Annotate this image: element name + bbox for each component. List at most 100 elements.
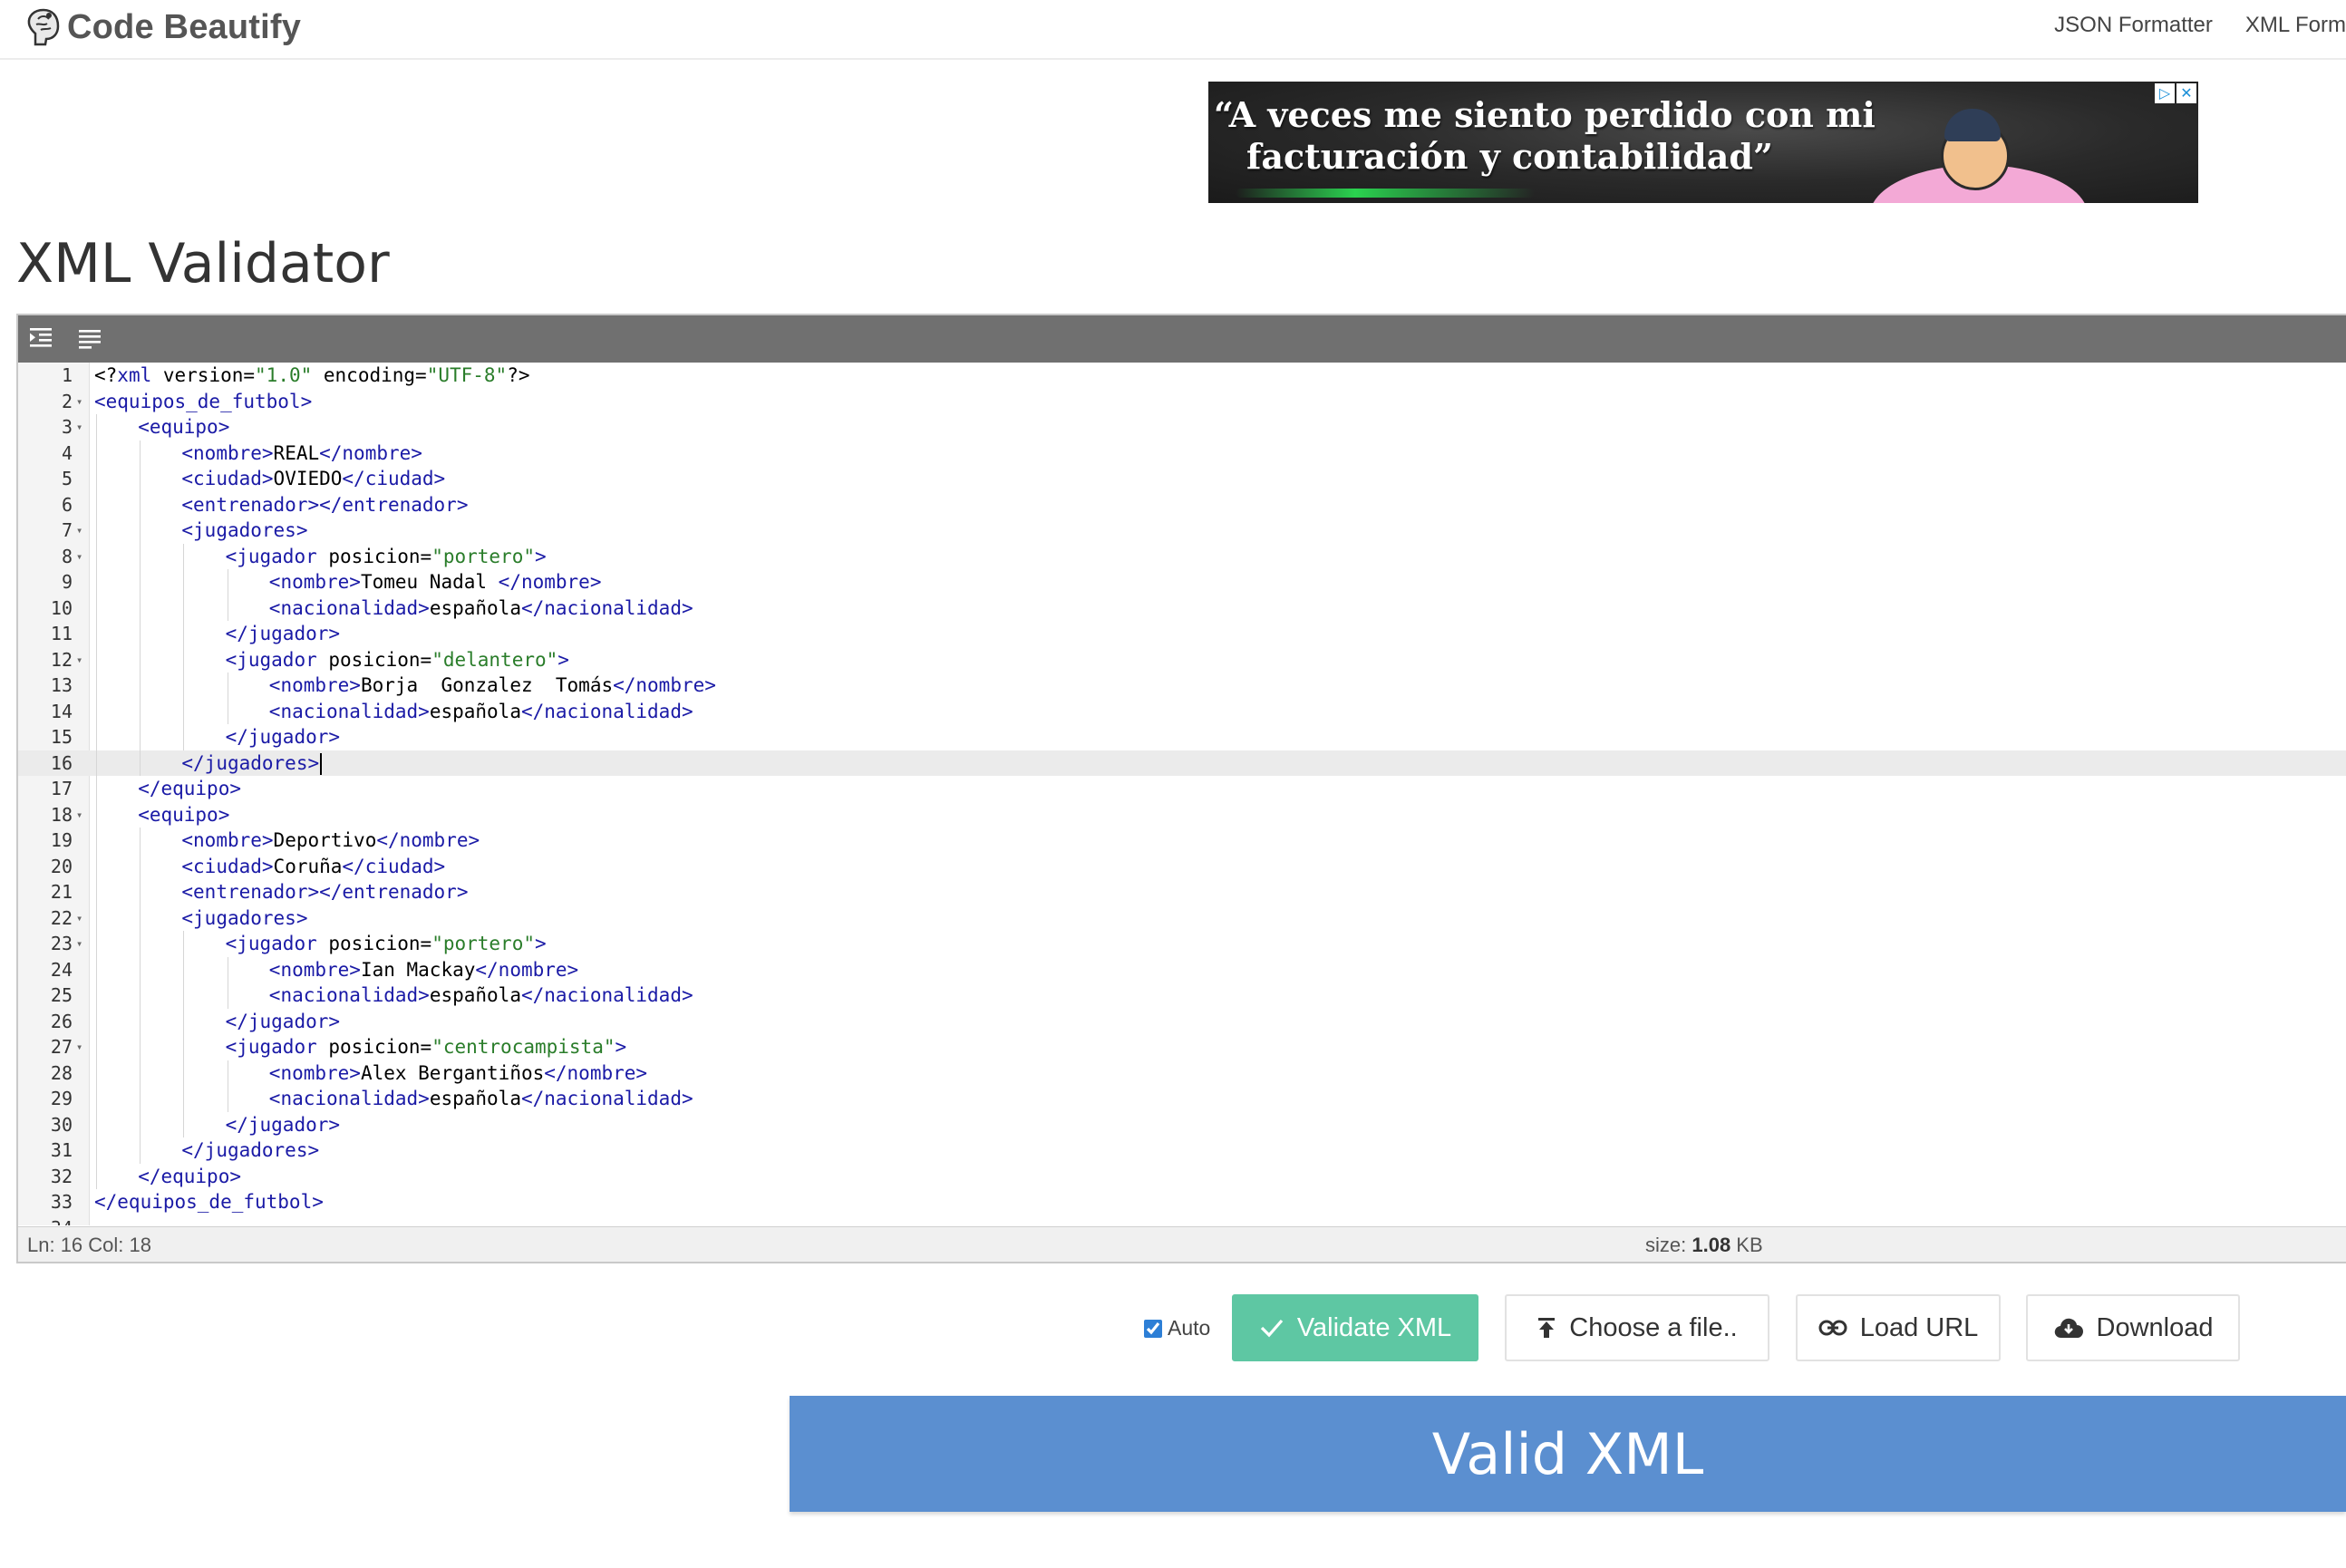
code-line[interactable]: 20 <ciudad>Coruña</ciudad> xyxy=(18,853,2346,879)
code-line[interactable]: 32 </equipo> xyxy=(18,1163,2346,1189)
code-line[interactable]: 4 <nombre>REAL</nombre> xyxy=(18,440,2346,466)
upload-icon xyxy=(1538,1318,1556,1338)
cursor-position: Ln: 16 Col: 18 xyxy=(27,1234,151,1256)
document-size: size: 1.08 KB xyxy=(1645,1234,1763,1257)
indent-guide xyxy=(96,491,97,518)
indent-guide xyxy=(96,724,97,750)
code-line[interactable]: 19 <nombre>Deportivo</nombre> xyxy=(18,828,2346,854)
fold-arrow-icon[interactable]: ▾ xyxy=(76,905,82,932)
code-line[interactable]: 10 <nacionalidad>española</nacionalidad> xyxy=(18,595,2346,621)
code-text: <entrenador></entrenador> xyxy=(181,493,469,516)
fold-arrow-icon[interactable]: ▾ xyxy=(76,544,82,570)
indent-guide xyxy=(96,1034,97,1060)
line-number: 23 xyxy=(50,933,73,954)
nav-link-xml-formatter[interactable]: XML Form xyxy=(2245,13,2346,38)
auto-validate-toggle[interactable]: Auto xyxy=(1144,1316,1210,1341)
code-line[interactable]: 34 xyxy=(18,1215,2346,1226)
line-number: 3 xyxy=(61,416,73,438)
code-line[interactable]: 24 <nombre>Ian Mackay</nombre> xyxy=(18,956,2346,982)
site-logo[interactable]: Code Beautify xyxy=(25,2,301,53)
code-line[interactable]: 16 </jugadores> xyxy=(18,750,2346,776)
code-line[interactable]: 29 <nacionalidad>española</nacionalidad> xyxy=(18,1086,2346,1112)
load-url-button[interactable]: Load URL xyxy=(1796,1294,2001,1361)
line-number: 21 xyxy=(50,881,73,903)
code-line[interactable]: 22 ▾ <jugadores> xyxy=(18,905,2346,932)
code-line[interactable]: 27 ▾ <jugador posicion="centrocampista"> xyxy=(18,1034,2346,1060)
code-line[interactable]: 26 </jugador> xyxy=(18,1008,2346,1034)
code-line[interactable]: 15 </jugador> xyxy=(18,724,2346,750)
code-line[interactable]: 23 ▾ <jugador posicion="portero"> xyxy=(18,931,2346,957)
code-text: </equipos_de_futbol> xyxy=(94,1191,324,1213)
indent-guide xyxy=(96,1137,97,1164)
code-line[interactable]: 3 ▾ <equipo> xyxy=(18,414,2346,440)
fold-arrow-icon[interactable]: ▾ xyxy=(76,389,82,415)
download-button[interactable]: Download xyxy=(2026,1294,2240,1361)
code-line[interactable]: 5 <ciudad>OVIEDO</ciudad> xyxy=(18,466,2346,492)
indent-guide xyxy=(183,1111,185,1137)
indent-guide xyxy=(96,828,97,854)
fold-arrow-icon[interactable]: ▾ xyxy=(76,802,82,828)
code-line[interactable]: 17 </equipo> xyxy=(18,776,2346,802)
code-line[interactable]: 8 ▾ <jugador posicion="portero"> xyxy=(18,543,2346,570)
nav-link-json-formatter[interactable]: JSON Formatter xyxy=(2054,13,2213,38)
code-line[interactable]: 33 </equipos_de_futbol> xyxy=(18,1189,2346,1215)
indent-icon xyxy=(30,328,52,347)
code-line[interactable]: 14 <nacionalidad>española</nacionalidad> xyxy=(18,698,2346,724)
code-area[interactable]: 1 <?xml version="1.0" encoding="UTF-8"?> 2… xyxy=(18,363,2346,1225)
code-line[interactable]: 21 <entrenador></entrenador> xyxy=(18,879,2346,905)
line-number: 16 xyxy=(50,751,73,774)
indent-guide xyxy=(96,1163,97,1189)
fold-arrow-icon[interactable]: ▾ xyxy=(76,518,82,544)
code-text: <equipos_de_futbol> xyxy=(94,390,313,412)
fold-arrow-icon[interactable]: ▾ xyxy=(76,931,82,957)
indent-guide xyxy=(96,853,97,879)
line-number: 33 xyxy=(50,1191,73,1213)
validate-xml-button[interactable]: Validate XML xyxy=(1232,1294,1478,1361)
indent-guide xyxy=(183,543,185,569)
auto-checkbox[interactable] xyxy=(1144,1319,1162,1338)
code-text: <jugadores> xyxy=(181,906,308,929)
code-line[interactable]: 18 ▾ <equipo> xyxy=(18,801,2346,828)
xml-code-editor[interactable]: 1 <?xml version="1.0" encoding="UTF-8"?> 2… xyxy=(16,314,2346,1263)
format-indent-button[interactable] xyxy=(25,323,56,353)
line-number: 14 xyxy=(50,700,73,722)
code-line[interactable]: 9 <nombre>Tomeu Nadal </nombre> xyxy=(18,569,2346,595)
code-line[interactable]: 1 <?xml version="1.0" encoding="UTF-8"?> xyxy=(18,363,2346,389)
indent-guide xyxy=(96,466,97,492)
line-number: 32 xyxy=(50,1165,73,1187)
fold-arrow-icon[interactable]: ▾ xyxy=(76,414,82,440)
code-line[interactable]: 13 <nombre>Borja Gonzalez Tomás</nombre> xyxy=(18,673,2346,699)
line-number: 27 xyxy=(50,1036,73,1058)
minify-button[interactable] xyxy=(74,323,105,353)
code-line[interactable]: 31 </jugadores> xyxy=(18,1137,2346,1164)
brain-logo-icon xyxy=(27,8,60,46)
code-line[interactable]: 12 ▾ <jugador posicion="delantero"> xyxy=(18,646,2346,673)
indent-guide xyxy=(140,518,141,544)
indent-guide xyxy=(96,543,97,569)
line-number: 6 xyxy=(61,493,73,516)
indent-guide xyxy=(96,698,97,724)
indent-guide xyxy=(96,801,97,828)
code-text: <nombre>Borja Gonzalez Tomás</nombre> xyxy=(268,674,716,696)
code-line[interactable]: 30 </jugador> xyxy=(18,1111,2346,1137)
choose-file-button[interactable]: Choose a file.. xyxy=(1505,1294,1769,1361)
fold-arrow-icon[interactable]: ▾ xyxy=(76,1034,82,1060)
indent-guide xyxy=(96,673,97,699)
ad-close-icon[interactable]: ✕ xyxy=(2176,83,2196,103)
line-number: 9 xyxy=(61,571,73,593)
code-line[interactable]: 7 ▾ <jugadores> xyxy=(18,518,2346,544)
code-line[interactable]: 11 </jugador> xyxy=(18,621,2346,647)
code-line[interactable]: 6 <entrenador></entrenador> xyxy=(18,491,2346,518)
advertisement-banner[interactable]: “A veces me siento perdido con mi factur… xyxy=(1208,82,2198,203)
auto-label: Auto xyxy=(1168,1316,1211,1340)
code-line[interactable]: 25 <nacionalidad>española</nacionalidad> xyxy=(18,982,2346,1009)
fold-arrow-icon[interactable]: ▾ xyxy=(76,647,82,673)
indent-guide xyxy=(96,1086,97,1112)
indent-guide xyxy=(140,750,141,776)
indent-guide xyxy=(96,905,97,931)
ad-choices-icon[interactable]: ▷ xyxy=(2155,83,2175,103)
indent-guide xyxy=(96,595,97,621)
line-number: 26 xyxy=(50,1010,73,1032)
code-line[interactable]: 2 ▾ <equipos_de_futbol> xyxy=(18,389,2346,415)
code-line[interactable]: 28 <nombre>Alex Bergantiños</nombre> xyxy=(18,1060,2346,1086)
